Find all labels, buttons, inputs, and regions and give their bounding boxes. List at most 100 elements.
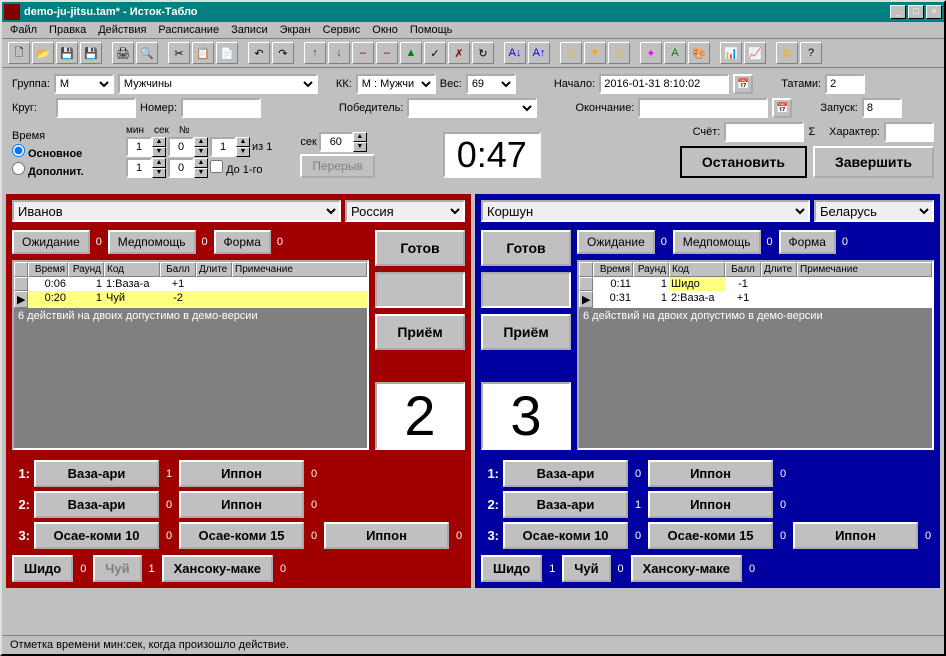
collapse-icon[interactable]: ✓	[424, 42, 446, 64]
menu-file[interactable]: Файл	[10, 24, 37, 36]
red-r3-osae15[interactable]: Осае-коми 15	[179, 522, 304, 549]
blue-form-button[interactable]: Форма	[779, 230, 836, 254]
blue-r2-vazaari[interactable]: Ваза-ари	[503, 491, 628, 518]
red-r1-ippon[interactable]: Иппон	[179, 460, 304, 487]
blue-country-select[interactable]: Беларусь	[814, 200, 934, 222]
blue-technique-button[interactable]: Приём	[481, 314, 571, 350]
menu-actions[interactable]: Действия	[98, 24, 146, 36]
red-waiting-button[interactable]: Ожидание	[12, 230, 90, 254]
blue-r1-ippon[interactable]: Иппон	[648, 460, 773, 487]
end-input[interactable]	[638, 98, 768, 118]
stop-button[interactable]: Остановить	[680, 146, 807, 178]
red-country-select[interactable]: Россия	[345, 200, 465, 222]
menu-help[interactable]: Помощь	[410, 24, 453, 36]
blue-ready-button[interactable]: Готов	[481, 230, 571, 266]
red-ready-button[interactable]: Готов	[375, 230, 465, 266]
calendar2-icon[interactable]: 📅	[772, 98, 792, 118]
table-row[interactable]: ▶0:3112:Ваза-а+1	[579, 291, 932, 308]
blue-r3-ippon[interactable]: Иппон	[793, 522, 918, 549]
up-icon[interactable]: ↑	[304, 42, 326, 64]
red-form-button[interactable]: Форма	[214, 230, 271, 254]
red-technique-button[interactable]: Приём	[375, 314, 465, 350]
red-hansoku-button[interactable]: Хансоку-маке	[162, 555, 273, 582]
table-row[interactable]: ▶0:201Чуй-2	[14, 291, 367, 308]
gear-icon[interactable]: ⚙	[776, 42, 798, 64]
extra-min-spinner[interactable]: ▲▼	[126, 158, 166, 178]
blue-r2-ippon[interactable]: Иппон	[648, 491, 773, 518]
filter2-icon[interactable]: ▼	[584, 42, 606, 64]
round-input[interactable]	[56, 98, 136, 118]
red-r3-osae10[interactable]: Осае-коми 10	[34, 522, 159, 549]
blue-hansoku-button[interactable]: Хансоку-маке	[631, 555, 742, 582]
palette-icon[interactable]: 🎨	[688, 42, 710, 64]
roundno-spinner[interactable]: ▲▼	[210, 137, 250, 157]
group-name-select[interactable]: Мужчины	[118, 74, 318, 94]
sort2-icon[interactable]: A↑	[528, 42, 550, 64]
report-icon[interactable]: 📊	[720, 42, 742, 64]
sec2-spinner[interactable]: ▲▼	[319, 132, 367, 152]
maximize-button[interactable]: □	[908, 5, 924, 19]
red-name-select[interactable]: Иванов	[12, 200, 341, 222]
expand-icon[interactable]: ▲	[400, 42, 422, 64]
menu-service[interactable]: Сервис	[323, 24, 361, 36]
wand-icon[interactable]: ✦	[640, 42, 662, 64]
print-icon[interactable]: 🖨	[112, 42, 134, 64]
red-r3-ippon[interactable]: Иппон	[324, 522, 449, 549]
save-icon[interactable]: 💾	[56, 42, 78, 64]
red-chui-button[interactable]: Чуй	[93, 555, 141, 582]
until1-checkbox[interactable]: До 1-го	[210, 160, 262, 176]
filter3-icon[interactable]: ▽	[608, 42, 630, 64]
paste-icon[interactable]: 📄	[216, 42, 238, 64]
character-input[interactable]	[884, 122, 934, 142]
tatami-input[interactable]	[825, 74, 865, 94]
calendar-icon[interactable]: 📅	[733, 74, 753, 94]
kk-select[interactable]: М : Мужчи	[356, 74, 436, 94]
close-button[interactable]: ×	[926, 5, 942, 19]
start-input[interactable]	[599, 74, 729, 94]
score-input[interactable]	[724, 122, 804, 142]
down-icon[interactable]: ↓	[328, 42, 350, 64]
red-events-grid[interactable]: Время Раунд Код Балл Длите Примечание 0:…	[12, 260, 369, 450]
font-icon[interactable]: A	[664, 42, 686, 64]
refresh-icon[interactable]: ↻	[472, 42, 494, 64]
undo-icon[interactable]: ↶	[248, 42, 270, 64]
blue-r3-osae10[interactable]: Осае-коми 10	[503, 522, 628, 549]
open-icon[interactable]: 📂	[32, 42, 54, 64]
menu-screen[interactable]: Экран	[280, 24, 311, 36]
main-time-radio[interactable]: Основное	[12, 144, 122, 160]
min-spinner[interactable]: ▲▼	[126, 137, 166, 157]
sec-spinner[interactable]: ▲▼	[168, 137, 208, 157]
finish-button[interactable]: Завершить	[813, 146, 934, 178]
number-input[interactable]	[181, 98, 261, 118]
stats-icon[interactable]: 📈	[744, 42, 766, 64]
copy-icon[interactable]: 📋	[192, 42, 214, 64]
extra-sec-spinner[interactable]: ▲▼	[168, 158, 208, 178]
blue-r1-vazaari[interactable]: Ваза-ари	[503, 460, 628, 487]
table-row[interactable]: 0:111Шидо-1	[579, 277, 932, 291]
red-shido-button[interactable]: Шидо	[12, 555, 73, 582]
redo-icon[interactable]: ↷	[272, 42, 294, 64]
extra-time-radio[interactable]: Дополнит.	[12, 162, 122, 178]
blue-name-select[interactable]: Коршун	[481, 200, 810, 222]
sort-icon[interactable]: A↓	[504, 42, 526, 64]
red-r2-vazaari[interactable]: Ваза-ари	[34, 491, 159, 518]
blue-medhelp-button[interactable]: Медпомощь	[673, 230, 761, 254]
group-code-select[interactable]: M	[54, 74, 114, 94]
delete2-icon[interactable]: –	[376, 42, 398, 64]
launch-input[interactable]	[862, 98, 902, 118]
new-icon[interactable]: 🗋	[8, 42, 30, 64]
table-row[interactable]: 0:0611:Ваза-а+1	[14, 277, 367, 291]
break-button[interactable]: Перерыв	[300, 154, 374, 178]
saveall-icon[interactable]: 💾	[80, 42, 102, 64]
blue-waiting-button[interactable]: Ожидание	[577, 230, 655, 254]
menu-schedule[interactable]: Расписание	[158, 24, 219, 36]
red-medhelp-button[interactable]: Медпомощь	[108, 230, 196, 254]
red-r1-vazaari[interactable]: Ваза-ари	[34, 460, 159, 487]
menu-edit[interactable]: Правка	[49, 24, 86, 36]
blue-r3-osae15[interactable]: Осае-коми 15	[648, 522, 773, 549]
filter-icon[interactable]: ▽	[560, 42, 582, 64]
blue-shido-button[interactable]: Шидо	[481, 555, 542, 582]
winner-select[interactable]	[407, 98, 537, 118]
blue-events-grid[interactable]: Время Раунд Код Балл Длите Примечание 0:…	[577, 260, 934, 450]
menu-window[interactable]: Окно	[372, 24, 398, 36]
